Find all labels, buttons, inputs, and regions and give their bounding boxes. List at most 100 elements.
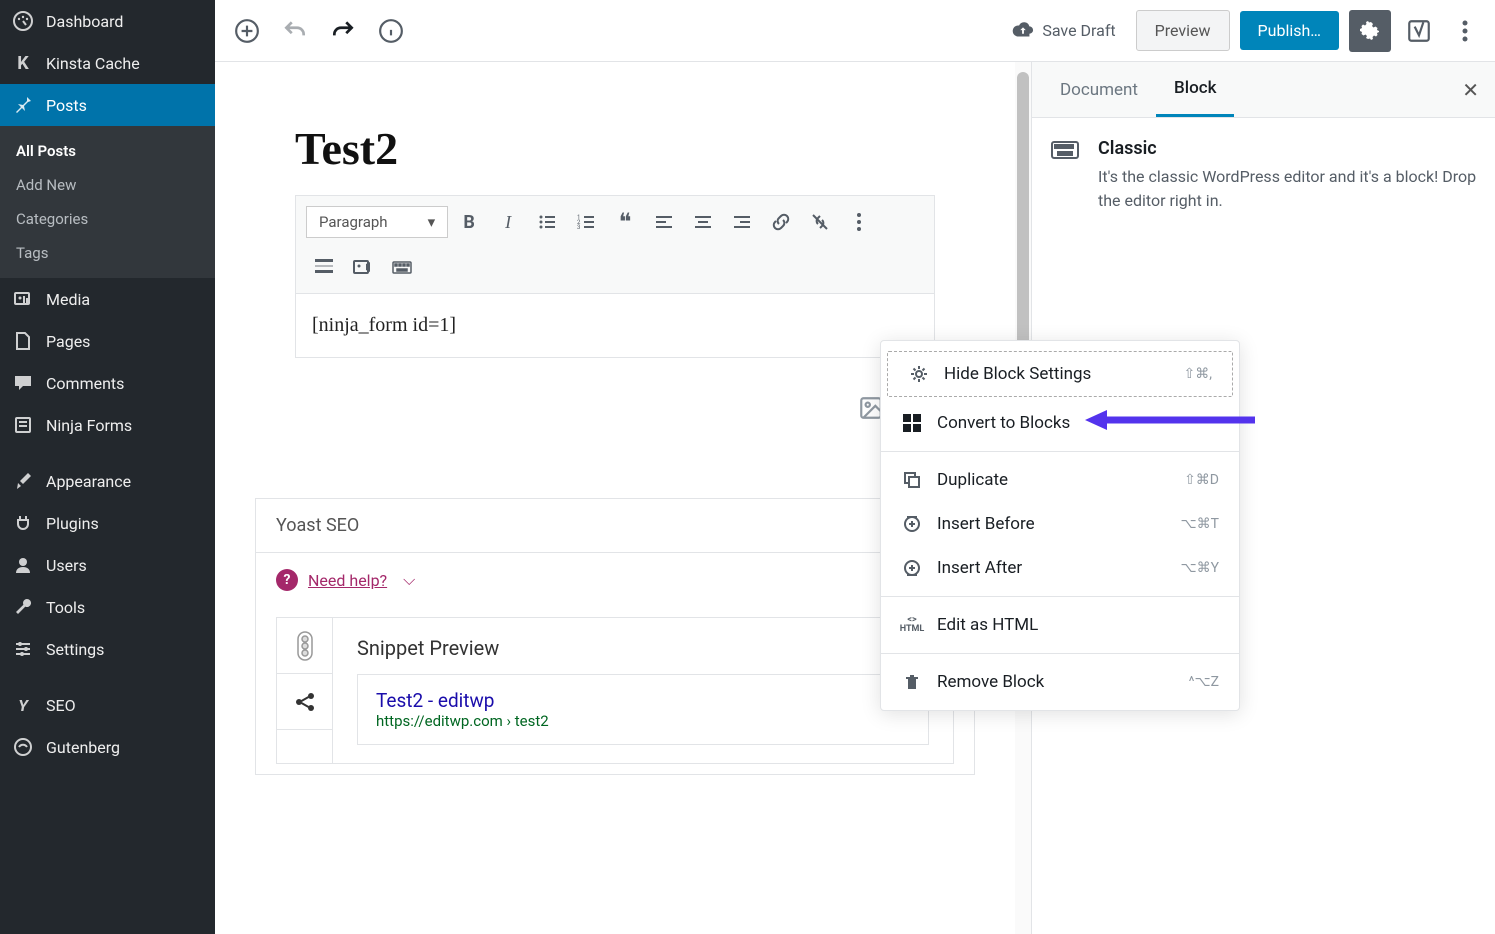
save-draft-label: Save Draft (1042, 21, 1115, 40)
link-button[interactable] (763, 204, 799, 240)
sidebar-item-seo[interactable]: Y SEO (0, 684, 215, 726)
admin-sidebar: Dashboard K Kinsta Cache Posts All Posts… (0, 0, 215, 934)
classic-content[interactable]: [ninja_form id=1] (296, 294, 934, 357)
sidebar-item-users[interactable]: Users (0, 544, 215, 586)
menu-edit-html[interactable]: <>HTML Edit as HTML (881, 603, 1239, 647)
tab-block[interactable]: Block (1156, 62, 1234, 117)
preview-button[interactable]: Preview (1136, 10, 1230, 51)
undo-button[interactable] (275, 11, 315, 51)
sidebar-item-pages[interactable]: Pages (0, 320, 215, 362)
sidebar-item-ninja[interactable]: Ninja Forms (0, 404, 215, 446)
post-title-input[interactable]: Test2 (235, 92, 995, 195)
submenu-all-posts[interactable]: All Posts (0, 134, 215, 168)
settings-toggle-button[interactable] (1349, 10, 1391, 52)
submenu-categories[interactable]: Categories (0, 202, 215, 236)
align-center-button[interactable] (685, 204, 721, 240)
sidebar-item-dashboard[interactable]: Dashboard (0, 0, 215, 42)
info-button[interactable] (371, 11, 411, 51)
number-list-button[interactable]: 123 (568, 204, 604, 240)
sidebar-label: Gutenberg (46, 738, 120, 757)
pin-icon (12, 94, 34, 116)
block-name: Classic (1098, 138, 1477, 159)
svg-text:3: 3 (577, 224, 580, 231)
sidebar-label: Posts (46, 96, 87, 115)
add-block-button[interactable] (227, 11, 267, 51)
menu-remove-block[interactable]: Remove Block ^⌥Z (881, 660, 1239, 704)
save-draft-button[interactable]: Save Draft (1002, 12, 1125, 50)
sidebar-item-plugins[interactable]: Plugins (0, 502, 215, 544)
menu-insert-before[interactable]: Insert Before ⌥⌘T (881, 502, 1239, 546)
cloud-icon (1012, 20, 1034, 42)
bold-button[interactable]: B (451, 204, 487, 240)
more-menu-button[interactable] (1447, 13, 1483, 49)
yoast-icon: Y (12, 694, 34, 716)
publish-button[interactable]: Publish… (1240, 11, 1339, 50)
align-right-button[interactable] (724, 204, 760, 240)
serp-url: https://editwp.com › test2 (376, 712, 910, 730)
submenu-add-new[interactable]: Add New (0, 168, 215, 202)
sidebar-label: Kinsta Cache (46, 54, 140, 73)
wrench-icon (12, 596, 34, 618)
tinymce-toolbar: Paragraph ▾ B I 123 ❝ (296, 196, 934, 294)
sidebar-item-tools[interactable]: Tools (0, 586, 215, 628)
submenu-tags[interactable]: Tags (0, 236, 215, 270)
insert-before-icon (901, 515, 923, 533)
kinsta-icon: K (12, 52, 34, 74)
sidebar-item-posts[interactable]: Posts (0, 84, 215, 126)
format-label: Paragraph (319, 213, 388, 231)
share-icon[interactable] (277, 674, 333, 730)
format-dropdown[interactable]: Paragraph ▾ (306, 206, 448, 238)
close-inspector-button[interactable]: ✕ (1456, 78, 1485, 102)
sidebar-item-media[interactable]: Media (0, 278, 215, 320)
toolbar-more-button[interactable] (841, 204, 877, 240)
need-help-link[interactable]: Need help? (308, 571, 387, 590)
annotation-arrow (1085, 408, 1255, 432)
unlink-button[interactable] (802, 204, 838, 240)
menu-insert-after[interactable]: Insert After ⌥⌘Y (881, 546, 1239, 590)
menu-duplicate[interactable]: Duplicate ⇧⌘D (881, 458, 1239, 502)
traffic-light-icon[interactable] (277, 618, 333, 674)
comment-icon (12, 372, 34, 394)
keyboard-icon (1050, 138, 1080, 213)
form-icon (12, 414, 34, 436)
menu-hide-settings[interactable]: Hide Block Settings ⇧⌘, (887, 351, 1233, 397)
sidebar-item-settings[interactable]: Settings (0, 628, 215, 670)
sidebar-label: Ninja Forms (46, 416, 132, 435)
brush-icon (12, 470, 34, 492)
duplicate-icon (901, 471, 923, 489)
chevron-down-icon[interactable]: ⌵ (403, 570, 415, 590)
sidebar-item-gutenberg[interactable]: Gutenberg (0, 726, 215, 768)
sidebar-label: Plugins (46, 514, 99, 533)
keyboard-button[interactable] (384, 249, 420, 285)
gutenberg-icon (12, 736, 34, 758)
classic-block[interactable]: Paragraph ▾ B I 123 ❝ [ninja_form id=1] (295, 195, 935, 358)
sidebar-label: SEO (46, 696, 76, 715)
align-left-button[interactable] (646, 204, 682, 240)
tab-document[interactable]: Document (1042, 62, 1156, 117)
snippet-preview-box: Snippet Preview ▴ Test2 - editwp https:/… (276, 617, 954, 764)
gear-icon (908, 364, 930, 384)
yoast-heading: Yoast SEO (256, 499, 974, 553)
sidebar-label: Settings (46, 640, 104, 659)
quote-button[interactable]: ❝ (607, 204, 643, 240)
user-icon (12, 554, 34, 576)
redo-button[interactable] (323, 11, 363, 51)
readmore-button[interactable] (306, 249, 342, 285)
block-description: It's the classic WordPress editor and it… (1098, 165, 1477, 213)
sidebar-item-kinsta[interactable]: K Kinsta Cache (0, 42, 215, 84)
italic-button[interactable]: I (490, 204, 526, 240)
sidebar-label: Appearance (46, 472, 131, 491)
bullet-list-button[interactable] (529, 204, 565, 240)
blocks-icon (901, 414, 923, 432)
sidebar-item-comments[interactable]: Comments (0, 362, 215, 404)
yoast-button[interactable] (1401, 13, 1437, 49)
html-icon: <>HTML (901, 616, 923, 634)
sidebar-label: Tools (46, 598, 85, 617)
yoast-metabox: Yoast SEO ? Need help? ⌵ ★ Go Snippet Pr… (255, 498, 975, 775)
add-media-button[interactable] (345, 249, 381, 285)
sidebar-label: Users (46, 556, 87, 575)
sidebar-item-appearance[interactable]: Appearance (0, 460, 215, 502)
trash-icon (901, 673, 923, 691)
chevron-down-icon: ▾ (428, 213, 436, 231)
editor-topbar: Save Draft Preview Publish… (215, 0, 1495, 62)
